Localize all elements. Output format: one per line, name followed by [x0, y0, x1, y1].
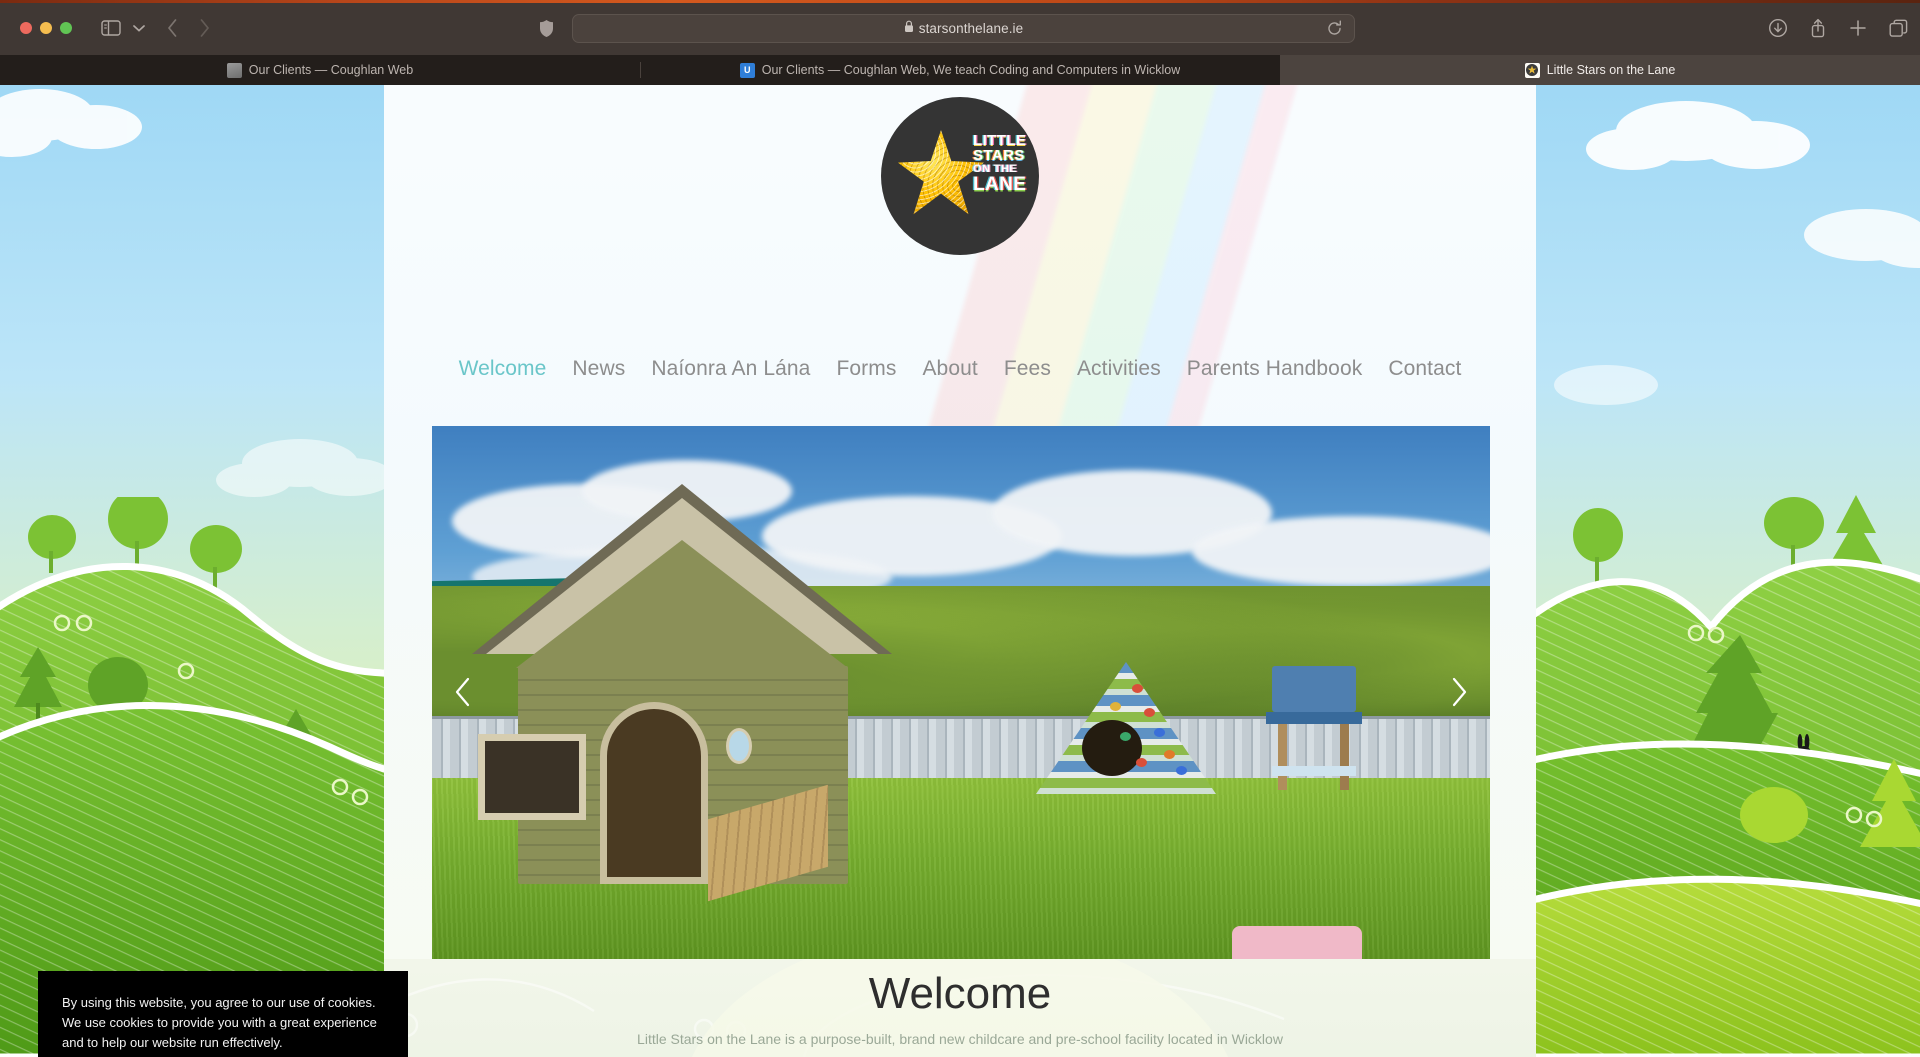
- hero-mud-kitchen: [1266, 666, 1362, 790]
- browser-chrome: starsonthelane.ie Our Clients — Coughlan…: [0, 0, 1920, 85]
- address-bar-content: starsonthelane.ie: [904, 20, 1024, 38]
- page-title: Welcome: [868, 969, 1052, 1018]
- nav-item-welcome[interactable]: Welcome: [459, 357, 547, 381]
- hills-illustration-right: [1536, 495, 1920, 1057]
- browser-tab-title: Our Clients — Coughlan Web: [248, 63, 414, 77]
- welcome-section: Welcome Little Stars on the Lane is a pu…: [384, 959, 1536, 1057]
- nav-item-parents-handbook[interactable]: Parents Handbook: [1187, 357, 1363, 381]
- tab-overview-icon[interactable]: [1886, 16, 1910, 40]
- tab-favicon-icon: U: [739, 62, 755, 78]
- hero-carousel[interactable]: [432, 426, 1490, 959]
- browser-toolbar: starsonthelane.ie: [0, 3, 1920, 55]
- browser-tab-title: Little Stars on the Lane: [1546, 63, 1676, 77]
- site-logo[interactable]: LITTLE STARS ON THE LANE: [881, 97, 1039, 255]
- hero-climbing-frame: [1036, 662, 1216, 794]
- page-viewport: LITTLE STARS ON THE LANE Welcome News Na…: [0, 85, 1920, 1057]
- nav-item-news[interactable]: News: [572, 357, 625, 381]
- tab-favicon-icon: [1524, 62, 1540, 78]
- nav-item-activities[interactable]: Activities: [1077, 357, 1161, 381]
- browser-tab-1[interactable]: Our Clients — Coughlan Web: [0, 55, 640, 85]
- forward-arrow-icon[interactable]: [192, 16, 216, 40]
- chevron-left-icon[interactable]: [440, 669, 486, 715]
- tab-favicon-icon: [226, 62, 242, 78]
- nav-item-contact[interactable]: Contact: [1388, 357, 1461, 381]
- chevron-down-icon[interactable]: [130, 16, 148, 40]
- shield-icon[interactable]: [535, 16, 557, 40]
- cookie-consent-banner: By using this website, you agree to our …: [38, 971, 408, 1057]
- address-bar[interactable]: starsonthelane.ie: [572, 14, 1355, 43]
- back-arrow-icon[interactable]: [160, 16, 184, 40]
- logo-line-1: LITTLE: [973, 132, 1027, 149]
- downloads-icon[interactable]: [1766, 16, 1790, 40]
- plus-icon[interactable]: [1846, 16, 1870, 40]
- window-controls[interactable]: [20, 22, 72, 34]
- nav-item-about[interactable]: About: [922, 357, 977, 381]
- maximize-window-button[interactable]: [60, 22, 72, 34]
- tab-strip: Our Clients — Coughlan Web U Our Clients…: [0, 55, 1920, 85]
- site-content-column: LITTLE STARS ON THE LANE Welcome News Na…: [384, 85, 1536, 1057]
- close-window-button[interactable]: [20, 22, 32, 34]
- browser-tab-3[interactable]: Little Stars on the Lane: [1280, 55, 1920, 85]
- gold-glitter-star-icon: [898, 130, 984, 215]
- logo-line-2: STARS: [973, 147, 1025, 165]
- share-icon[interactable]: [1806, 16, 1830, 40]
- cookie-consent-message: By using this website, you agree to our …: [62, 995, 377, 1051]
- reload-icon[interactable]: [1326, 20, 1345, 39]
- address-bar-url: starsonthelane.ie: [918, 21, 1024, 36]
- main-navigation: Welcome News Naíonra An Lána Forms About…: [384, 357, 1536, 381]
- chevron-right-icon[interactable]: [1436, 669, 1482, 715]
- nav-item-forms[interactable]: Forms: [836, 357, 896, 381]
- hero-pink-mat: [1232, 926, 1362, 959]
- nav-item-fees[interactable]: Fees: [1004, 357, 1051, 381]
- welcome-body-text: Little Stars on the Lane is a purpose-bu…: [637, 1031, 1283, 1047]
- browser-tab-2[interactable]: U Our Clients — Coughlan Web, We teach C…: [640, 55, 1280, 85]
- nav-item-naionra-an-lana[interactable]: Naíonra An Lána: [651, 357, 810, 381]
- hero-playhouse: [472, 484, 892, 904]
- minimize-window-button[interactable]: [40, 22, 52, 34]
- lock-icon: [904, 20, 914, 38]
- logo-line-4: LANE: [973, 173, 1027, 195]
- logo-wordmark: LITTLE STARS ON THE LANE: [973, 133, 1037, 194]
- sidebar-icon[interactable]: [98, 16, 124, 40]
- browser-tab-title: Our Clients — Coughlan Web, We teach Cod…: [761, 63, 1181, 77]
